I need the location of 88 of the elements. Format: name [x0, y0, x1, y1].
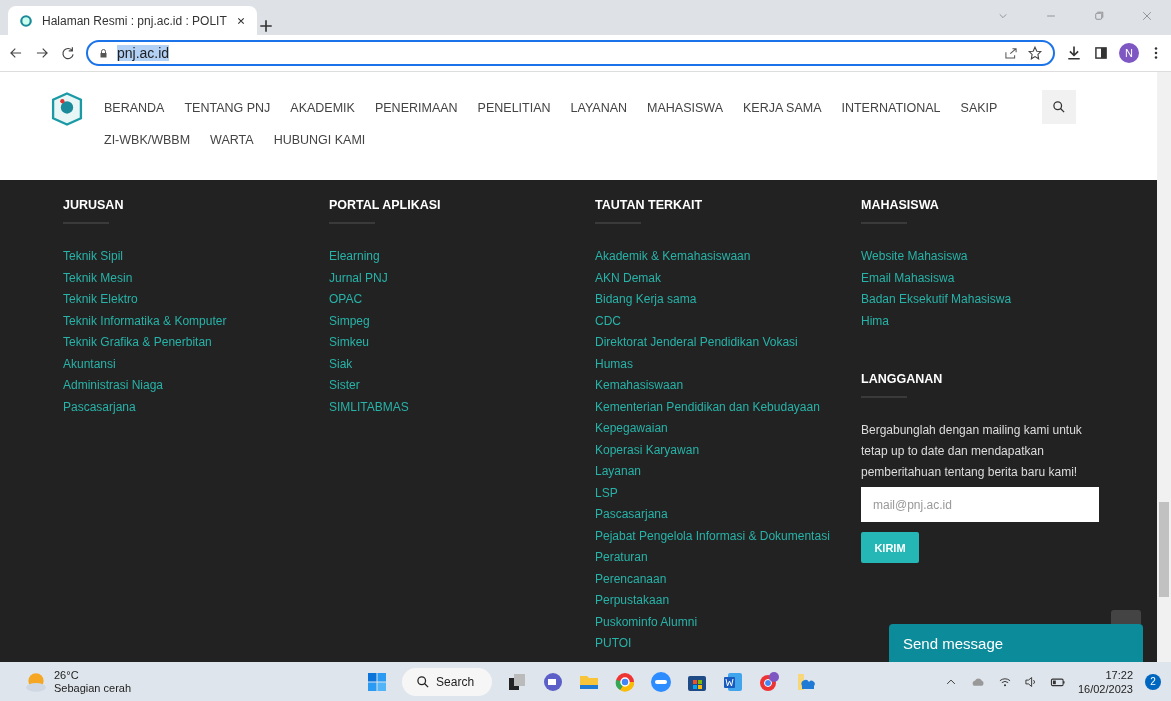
document-app-icon[interactable] — [722, 670, 745, 693]
globe-icon — [18, 12, 34, 29]
footer-link[interactable]: Koperasi Karyawan — [595, 439, 861, 461]
side-panel-icon[interactable] — [1093, 45, 1109, 61]
footer-link[interactable]: Akuntansi — [63, 353, 329, 375]
nav-link[interactable]: SAKIP — [954, 100, 1012, 116]
footer-link[interactable]: PUTOI — [595, 633, 861, 655]
footer-link[interactable]: Teknik Mesin — [63, 267, 329, 289]
column-heading: LANGGANAN — [861, 372, 944, 388]
footer-link[interactable]: Kepegawaian — [595, 418, 861, 440]
footer-link[interactable]: Direktorat Jenderal Pendidikan Vokasi — [595, 332, 861, 354]
footer-link[interactable]: AKN Demak — [595, 267, 861, 289]
nav-link[interactable]: ZI-WBK/WBBM — [98, 132, 205, 148]
column-heading: MAHASISWA — [861, 198, 940, 214]
footer-link[interactable]: Perpustakaan — [595, 590, 861, 612]
taskbar-search[interactable]: Search — [402, 667, 493, 696]
nav-link[interactable]: PENELITIAN — [471, 100, 565, 116]
footer-link[interactable]: Hima — [861, 310, 1141, 332]
nav-link[interactable]: MAHASISWA — [641, 100, 737, 116]
reload-icon[interactable] — [60, 45, 76, 61]
footer-link[interactable]: Puskominfo Alumni — [595, 611, 861, 633]
logo-icon[interactable] — [50, 90, 84, 128]
back-icon[interactable] — [8, 45, 24, 61]
lock-icon — [98, 47, 109, 59]
footer-link[interactable]: OPAC — [329, 289, 595, 311]
download-icon[interactable] — [1065, 44, 1083, 62]
footer-link[interactable]: Simkeu — [329, 332, 595, 354]
email-field[interactable]: mail@pnj.ac.id — [861, 487, 1099, 522]
weather-text: Sebagian cerah — [54, 681, 132, 695]
footer-link[interactable]: Website Mahasiswa — [861, 246, 1141, 268]
footer-link[interactable]: Peraturan — [595, 547, 861, 569]
footer-link[interactable]: Kemahasiswaan — [595, 375, 861, 397]
search-button[interactable] — [1042, 90, 1076, 124]
footer-link[interactable]: Elearning — [329, 246, 595, 268]
temperature: 26°C — [54, 668, 80, 682]
nav-link[interactable]: LAYANAN — [564, 100, 642, 116]
footer-link[interactable]: Bidang Kerja sama — [595, 289, 861, 311]
footer-link[interactable]: Teknik Grafika & Penerbitan — [63, 332, 329, 354]
nav-link[interactable]: HUBUNGI KAMI — [267, 132, 380, 148]
windows-start-icon[interactable] — [366, 670, 389, 693]
footer-link[interactable]: Perencanaan — [595, 568, 861, 590]
footer-link[interactable]: Teknik Elektro — [63, 289, 329, 311]
footer-link[interactable]: Jurnal PNJ — [329, 267, 595, 289]
column-heading: PORTAL APLIKASI — [329, 198, 442, 214]
footer-link[interactable]: LSP — [595, 482, 861, 504]
star-icon[interactable] — [1027, 45, 1043, 61]
subscribe-text: Bergabunglah dengan mailing kami untuk tetap up to date dan mendapatkan pemberitahuan tentang berita baru kami! — [861, 422, 1083, 481]
notification-badge[interactable]: 2 — [1145, 673, 1161, 690]
footer-link[interactable]: Siak — [329, 353, 595, 375]
share-icon[interactable] — [1003, 45, 1019, 61]
column-heading: TAUTAN TERKAIT — [595, 198, 704, 214]
footer-link[interactable]: Layanan — [595, 461, 861, 483]
footer-link[interactable]: Sister — [329, 375, 595, 397]
footer-link[interactable]: CDC — [595, 310, 861, 332]
nav-link[interactable]: PENERIMAAN — [368, 100, 472, 116]
footer-link[interactable]: Humas — [595, 353, 861, 375]
footer-link[interactable]: Kementerian Pendidikan dan Kebudayaan — [595, 396, 861, 418]
footer-link[interactable]: SIMLITABMAS — [329, 396, 595, 418]
footer-link[interactable]: Badan Eksekutif Mahasiswa — [861, 289, 1141, 311]
nav-link[interactable]: KERJA SAMA — [737, 100, 836, 116]
footer-link[interactable]: Administrasi Niaga — [63, 375, 329, 397]
scrollbar[interactable] — [1157, 72, 1171, 662]
footer-link[interactable]: Pascasarjana — [595, 504, 861, 526]
nav-link[interactable]: BERANDA — [98, 100, 179, 116]
send-message-button[interactable]: Send message — [889, 624, 1143, 662]
nav-link[interactable]: TENTANG PNJ — [178, 100, 285, 116]
search-icon — [1052, 100, 1066, 114]
footer-link[interactable]: Teknik Sipil — [63, 246, 329, 268]
footer-link[interactable]: Teknik Informatika & Komputer — [63, 310, 329, 332]
address-bar[interactable]: pnj.ac.id — [86, 40, 1055, 66]
footer-link[interactable]: Akademik & Kemahasiswaan — [595, 246, 861, 268]
footer-link[interactable]: Simpeg — [329, 310, 595, 332]
nav-link[interactable]: INTERNATIONAL — [835, 100, 955, 116]
nav-link[interactable]: WARTA — [204, 132, 268, 148]
speaker-icon[interactable] — [1023, 674, 1038, 689]
profile-avatar[interactable]: N — [1119, 43, 1139, 63]
browser-icon[interactable] — [614, 670, 637, 693]
browser-tab[interactable]: Halaman Resmi : pnj.ac.id : POLIT — [8, 6, 257, 35]
nav-link[interactable]: AKADEMIK — [284, 100, 369, 116]
column-heading: JURUSAN — [63, 198, 125, 214]
footer-link[interactable]: Email Mahasiswa — [861, 267, 1141, 289]
footer-link[interactable]: Pejabat Pengelola Informasi & Dokumentasi — [595, 525, 861, 547]
clock-time[interactable]: 17:22 — [1105, 667, 1133, 682]
clock-date[interactable]: 16/02/2023 — [1077, 681, 1133, 696]
search-icon — [416, 674, 431, 689]
browser-profile-icon[interactable] — [758, 670, 781, 693]
footer-link[interactable]: Pascasarjana — [63, 396, 329, 418]
video-chat-icon[interactable] — [542, 670, 565, 693]
